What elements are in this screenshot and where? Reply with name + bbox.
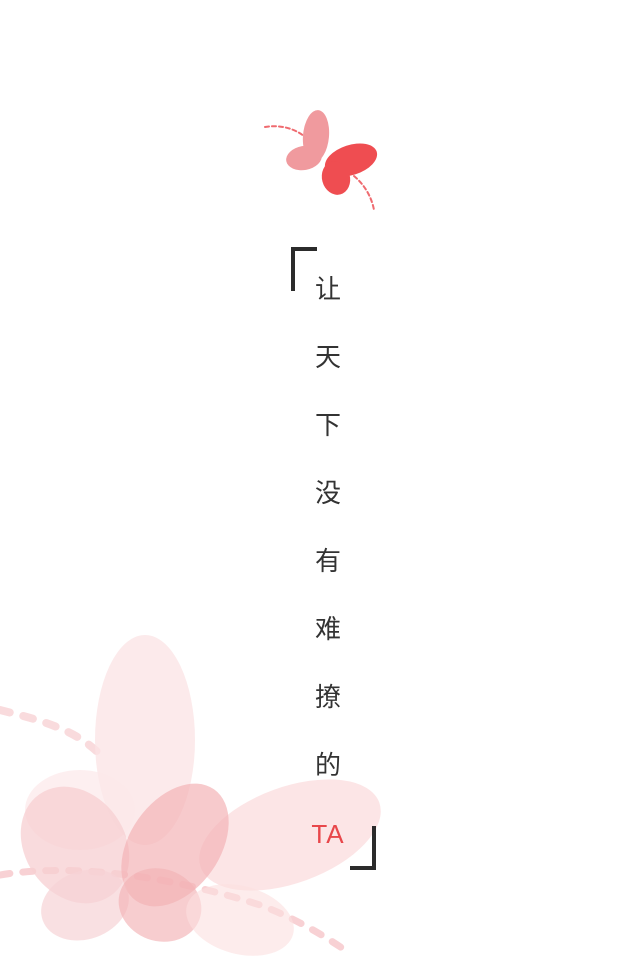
slogan-char: 有 [314,547,341,577]
slogan: 让 天 下 没 有 难 撩 的 TA [300,268,356,880]
slogan-char: 天 [314,343,341,373]
butterfly-icon [264,110,378,211]
slogan-char: 难 [314,615,341,645]
butterfly-decoration-icon [0,635,381,956]
splash-screen: 让 天 下 没 有 难 撩 的 TA [0,0,640,960]
slogan-char: 的 [314,751,341,781]
slogan-accent-text: TA [311,819,345,849]
slogan-char: 下 [314,411,341,441]
slogan-char: 撩 [314,683,341,713]
slogan-char: 让 [314,275,341,305]
slogan-char: 没 [314,479,341,509]
